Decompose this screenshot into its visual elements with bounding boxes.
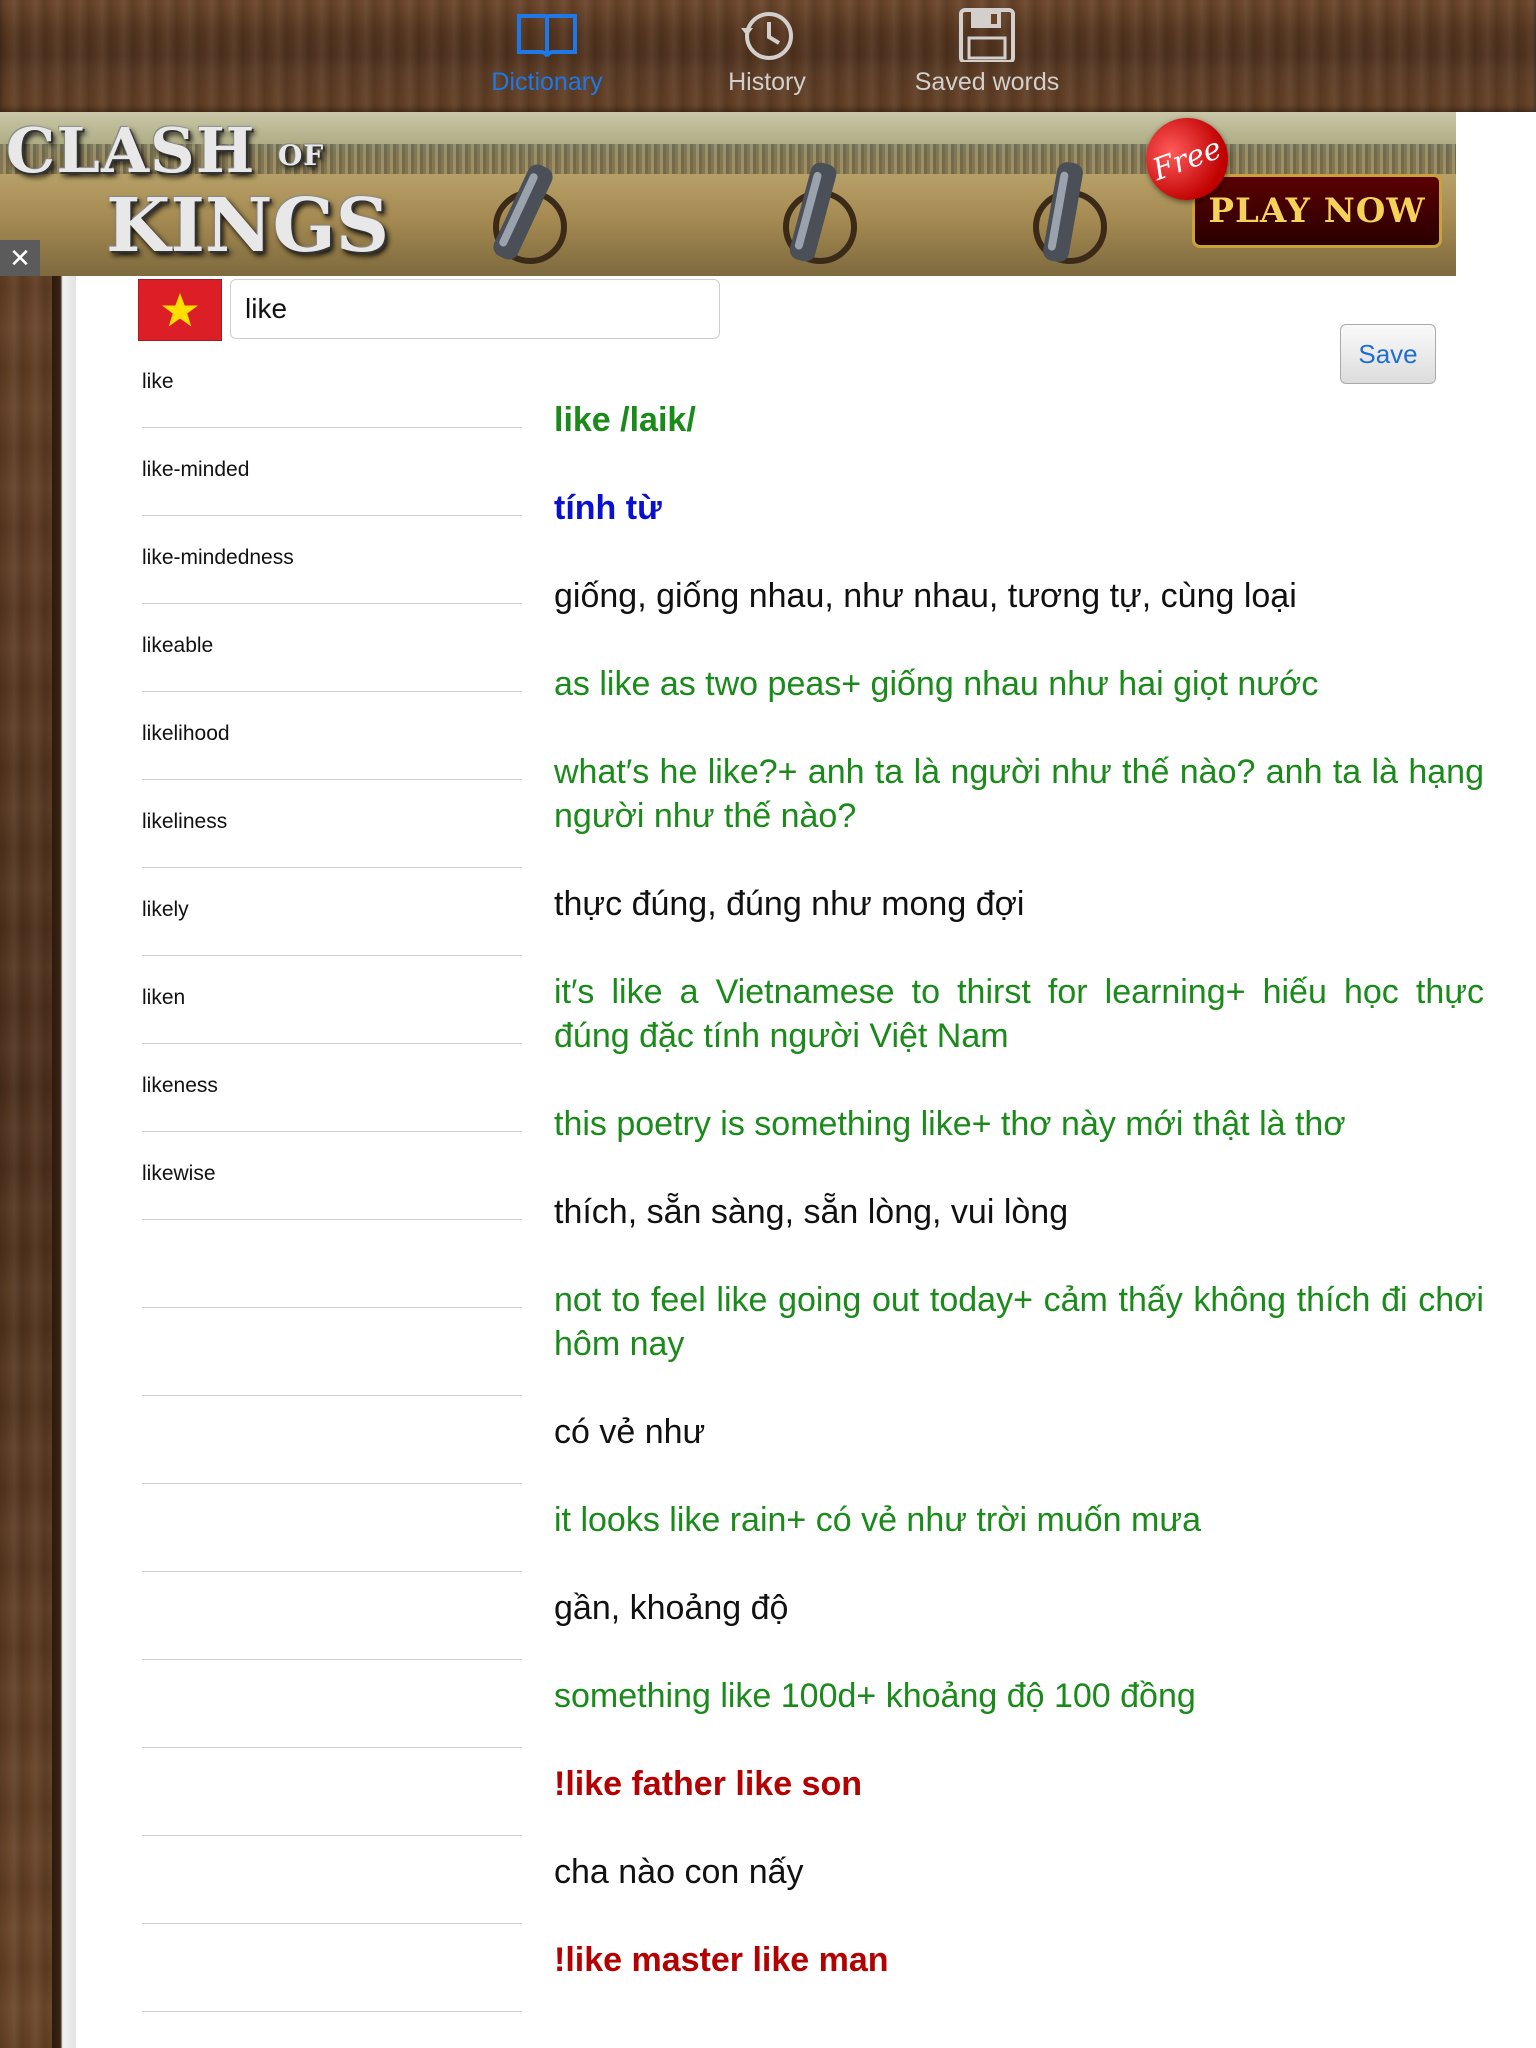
definition-example: what′s he like?+ anh ta là người như thế… xyxy=(554,753,1484,835)
definition-pos: tính từ xyxy=(554,489,662,527)
list-item[interactable]: likeliness xyxy=(142,780,522,868)
list-item[interactable]: likely xyxy=(142,868,522,956)
list-item[interactable]: like-mindedness xyxy=(142,516,522,604)
tab-saved-words-label: Saved words xyxy=(914,68,1060,96)
definition-meaning: cha nào con nấy xyxy=(554,1853,804,1891)
definition-meaning: gần, khoảng độ xyxy=(554,1589,789,1627)
book-icon xyxy=(517,14,577,57)
search-input[interactable] xyxy=(230,279,720,339)
left-bevel xyxy=(52,112,76,2048)
list-item[interactable] xyxy=(142,1220,522,1308)
list-item[interactable]: likelihood xyxy=(142,692,522,780)
list-item[interactable] xyxy=(142,1660,522,1748)
definition-idiom: !like master like man xyxy=(554,1941,889,1979)
list-item[interactable]: likeness xyxy=(142,1044,522,1132)
list-item[interactable]: like-minded xyxy=(142,428,522,516)
tab-dictionary-label: Dictionary xyxy=(491,68,603,96)
list-item[interactable] xyxy=(142,1924,522,2012)
floppy-disk-icon xyxy=(959,8,1015,62)
list-item[interactable] xyxy=(142,1748,522,1836)
list-item[interactable] xyxy=(142,1396,522,1484)
ad-play-now-button[interactable]: PLAY NOW xyxy=(1192,174,1442,248)
definition-meaning: thực đúng, đúng như mong đợi xyxy=(554,885,1025,923)
list-item[interactable]: like xyxy=(142,340,522,428)
definition-meaning: có vẻ như xyxy=(554,1413,706,1451)
definition-idiom: !like father like son xyxy=(554,1765,862,1803)
definition-example: it looks like rain+ có vẻ như trời muốn … xyxy=(554,1501,1202,1539)
definition-example: as like as two peas+ giống nhau như hai … xyxy=(554,665,1319,703)
definition-example: this poetry is something like+ thơ này m… xyxy=(554,1105,1346,1143)
list-item[interactable]: likewise xyxy=(142,1132,522,1220)
list-item[interactable] xyxy=(142,1308,522,1396)
ad-logo-line2: KINGS xyxy=(106,183,390,269)
list-item[interactable] xyxy=(142,1572,522,1660)
tab-dictionary[interactable]: Dictionary xyxy=(462,8,632,108)
left-wood-frame xyxy=(0,112,52,2048)
ad-logo-of: OF xyxy=(278,139,325,172)
definition-headword: like /laik/ xyxy=(554,401,696,439)
definition-panel: like /laik/tính từ giống, giống nhau, như… xyxy=(554,398,1484,2026)
tab-history-label: History xyxy=(728,68,806,96)
definition-example: not to feel like going out today+ cảm th… xyxy=(554,1281,1484,1363)
star-icon xyxy=(162,293,198,327)
vietnam-flag-icon[interactable] xyxy=(138,279,222,341)
list-item[interactable]: likeable xyxy=(142,604,522,692)
suggestion-list: like like-minded like-mindedness likeable li… xyxy=(142,340,522,2012)
top-tab-bar: Dictionary History Saved words xyxy=(0,0,1536,112)
ad-logo: CLASH OF KINGS xyxy=(6,114,390,269)
definition-meaning: giống, giống nhau, như nhau, tương tự, c… xyxy=(554,577,1297,615)
definition-meaning: thích, sẵn sàng, sẵn lòng, vui lòng xyxy=(554,1193,1069,1231)
cannon-icon xyxy=(783,162,857,264)
definition-example: it′s like a Vietnamese to thirst for lea… xyxy=(554,973,1484,1055)
ad-close-button[interactable]: ✕ xyxy=(0,240,40,276)
list-item[interactable] xyxy=(142,1484,522,1572)
definition-example: something like 100d+ khoảng độ 100 đồng xyxy=(554,1677,1196,1715)
list-item[interactable] xyxy=(142,1836,522,1924)
tab-saved-words[interactable]: Saved words xyxy=(902,8,1072,108)
cannon-icon xyxy=(493,164,567,264)
ad-logo-line1: CLASH xyxy=(6,114,256,187)
tab-history[interactable]: History xyxy=(682,8,852,108)
save-button[interactable]: Save xyxy=(1340,324,1436,384)
clock-history-icon xyxy=(741,12,793,60)
list-item[interactable]: liken xyxy=(142,956,522,1044)
